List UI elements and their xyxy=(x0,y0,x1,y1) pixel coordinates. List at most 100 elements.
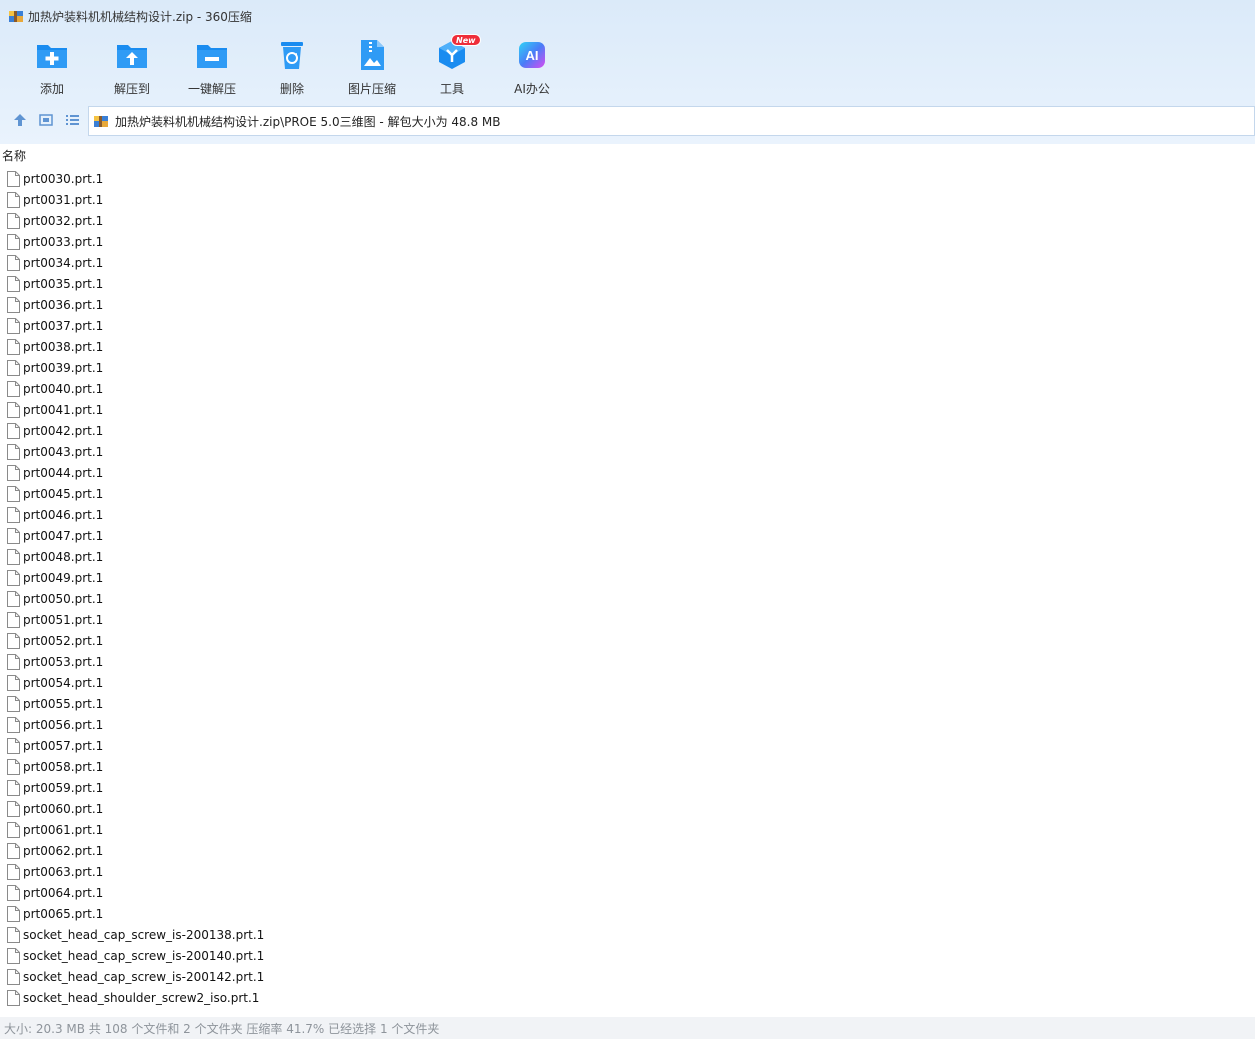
file-name: prt0052.prt.1 xyxy=(23,633,104,648)
file-row[interactable]: prt0059.prt.1 xyxy=(0,777,1255,798)
file-row[interactable]: prt0040.prt.1 xyxy=(0,378,1255,399)
file-icon xyxy=(7,191,20,208)
toolbar: 添加 解压到 一键解压 删除 图片压缩 New 工具 AI AI办公 xyxy=(12,34,572,100)
file-row[interactable]: prt0036.prt.1 xyxy=(0,294,1255,315)
status-text: 大小: 20.3 MB 共 108 个文件和 2 个文件夹 压缩率 41.7% … xyxy=(4,1021,440,1036)
file-row[interactable]: prt0052.prt.1 xyxy=(0,630,1255,651)
extract-to-button[interactable]: 解压到 xyxy=(92,34,172,100)
image-compress-label: 图片压缩 xyxy=(347,82,396,96)
ai-office-label: AI办公 xyxy=(514,82,550,96)
new-badge: New xyxy=(451,34,481,46)
file-row[interactable]: prt0056.prt.1 xyxy=(0,714,1255,735)
file-row[interactable]: prt0043.prt.1 xyxy=(0,441,1255,462)
column-header-name[interactable]: 名称 xyxy=(0,144,1255,166)
file-icon xyxy=(7,674,20,691)
file-row[interactable]: prt0042.prt.1 xyxy=(0,420,1255,441)
file-name: socket_head_shoulder_screw2_iso.prt.1 xyxy=(23,990,260,1005)
file-row[interactable]: prt0031.prt.1 xyxy=(0,189,1255,210)
file-icon xyxy=(7,779,20,796)
file-icon xyxy=(7,842,20,859)
file-row[interactable]: prt0065.prt.1 xyxy=(0,903,1255,924)
file-icon xyxy=(7,821,20,838)
file-row[interactable]: socket_head_shoulder_screw2_iso.prt.1 xyxy=(0,987,1255,1008)
list-view-button[interactable] xyxy=(59,108,85,134)
ai-icon-text: AI xyxy=(526,48,539,63)
file-row[interactable]: prt0035.prt.1 xyxy=(0,273,1255,294)
file-row[interactable]: prt0049.prt.1 xyxy=(0,567,1255,588)
thumbnail-view-button[interactable] xyxy=(33,108,59,134)
file-icon xyxy=(7,863,20,880)
file-row[interactable]: prt0054.prt.1 xyxy=(0,672,1255,693)
address-bar[interactable]: 加热炉装料机机械结构设计.zip\PROE 5.0三维图 - 解包大小为 48.… xyxy=(88,106,1255,136)
file-icon xyxy=(7,569,20,586)
file-row[interactable]: prt0034.prt.1 xyxy=(0,252,1255,273)
file-icon xyxy=(7,737,20,754)
file-row[interactable]: prt0050.prt.1 xyxy=(0,588,1255,609)
file-row[interactable]: prt0064.prt.1 xyxy=(0,882,1255,903)
file-icon xyxy=(7,506,20,523)
file-row[interactable]: prt0039.prt.1 xyxy=(0,357,1255,378)
recycle-bin-icon xyxy=(275,38,309,72)
file-icon xyxy=(7,401,20,418)
file-row[interactable]: prt0038.prt.1 xyxy=(0,336,1255,357)
file-row[interactable]: prt0055.prt.1 xyxy=(0,693,1255,714)
file-name: prt0037.prt.1 xyxy=(23,318,104,333)
up-button[interactable] xyxy=(7,108,33,134)
file-name: prt0032.prt.1 xyxy=(23,213,104,228)
file-row[interactable]: prt0047.prt.1 xyxy=(0,525,1255,546)
file-row[interactable]: prt0032.prt.1 xyxy=(0,210,1255,231)
list-view-icon xyxy=(64,112,80,131)
file-row[interactable]: prt0033.prt.1 xyxy=(0,231,1255,252)
status-bar: 大小: 20.3 MB 共 108 个文件和 2 个文件夹 压缩率 41.7% … xyxy=(0,1017,1255,1039)
file-row[interactable]: prt0061.prt.1 xyxy=(0,819,1255,840)
file-row[interactable]: prt0053.prt.1 xyxy=(0,651,1255,672)
file-icon xyxy=(7,296,20,313)
tools-cube-icon: New xyxy=(435,34,481,72)
file-icon xyxy=(7,758,20,775)
file-icon xyxy=(7,170,20,187)
file-row[interactable]: prt0046.prt.1 xyxy=(0,504,1255,525)
one-click-extract-button[interactable]: 一键解压 xyxy=(172,34,252,100)
tools-button[interactable]: New 工具 xyxy=(412,34,492,100)
delete-button[interactable]: 删除 xyxy=(252,34,332,100)
file-icon xyxy=(7,548,20,565)
file-icon xyxy=(7,359,20,376)
image-compress-icon xyxy=(355,38,389,72)
file-name: socket_head_cap_screw_is-200138.prt.1 xyxy=(23,927,265,942)
file-row[interactable]: prt0057.prt.1 xyxy=(0,735,1255,756)
file-row[interactable]: prt0048.prt.1 xyxy=(0,546,1255,567)
file-name: socket_head_cap_screw_is-200140.prt.1 xyxy=(23,948,265,963)
file-name: socket_head_cap_screw_is-200142.prt.1 xyxy=(23,969,265,984)
file-icon xyxy=(7,317,20,334)
file-row[interactable]: prt0037.prt.1 xyxy=(0,315,1255,336)
extract-folder-icon xyxy=(115,38,149,72)
file-row[interactable]: socket_head_cap_screw_is-200140.prt.1 xyxy=(0,945,1255,966)
ai-office-button[interactable]: AI AI办公 xyxy=(492,34,572,100)
file-icon xyxy=(7,905,20,922)
add-button[interactable]: 添加 xyxy=(12,34,92,100)
file-name: prt0045.prt.1 xyxy=(23,486,104,501)
file-row[interactable]: prt0045.prt.1 xyxy=(0,483,1255,504)
file-icon xyxy=(7,380,20,397)
file-row[interactable]: prt0062.prt.1 xyxy=(0,840,1255,861)
one-click-extract-icon xyxy=(195,38,229,72)
file-row[interactable]: prt0044.prt.1 xyxy=(0,462,1255,483)
file-name: prt0033.prt.1 xyxy=(23,234,104,249)
column-header-label: 名称 xyxy=(2,148,27,163)
file-row[interactable]: prt0063.prt.1 xyxy=(0,861,1255,882)
file-row[interactable]: socket_head_cap_screw_is-200142.prt.1 xyxy=(0,966,1255,987)
file-icon xyxy=(7,275,20,292)
navigation-bar: 加热炉装料机机械结构设计.zip\PROE 5.0三维图 - 解包大小为 48.… xyxy=(0,106,1255,136)
file-row[interactable]: prt0030.prt.1 xyxy=(0,168,1255,189)
file-row[interactable]: socket_head_cap_screw_is-200138.prt.1 xyxy=(0,924,1255,945)
file-name: prt0044.prt.1 xyxy=(23,465,104,480)
file-icon xyxy=(7,212,20,229)
file-row[interactable]: prt0058.prt.1 xyxy=(0,756,1255,777)
delete-label: 删除 xyxy=(279,82,304,96)
image-compress-button[interactable]: 图片压缩 xyxy=(332,34,412,100)
file-row[interactable]: prt0060.prt.1 xyxy=(0,798,1255,819)
file-icon xyxy=(7,947,20,964)
file-row[interactable]: prt0051.prt.1 xyxy=(0,609,1255,630)
file-row[interactable]: prt0041.prt.1 xyxy=(0,399,1255,420)
arrow-up-icon xyxy=(12,112,28,131)
